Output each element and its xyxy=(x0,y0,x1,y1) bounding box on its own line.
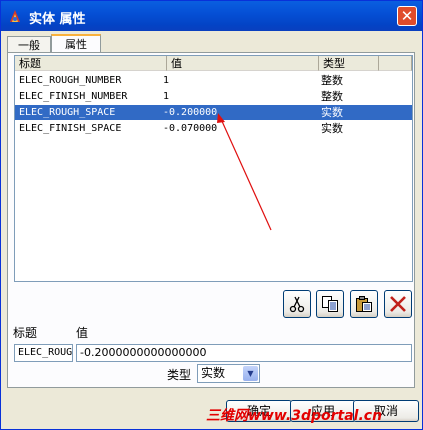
value-label: 值 xyxy=(76,326,89,340)
paste-icon xyxy=(356,296,372,312)
title-field[interactable]: ELEC_ROUGH_SPACE xyxy=(14,344,73,362)
cut-icon xyxy=(289,296,305,313)
copy-button[interactable] xyxy=(316,290,344,318)
title-label: 标题 xyxy=(13,326,38,340)
cut-button[interactable] xyxy=(283,290,311,318)
copy-icon xyxy=(322,296,338,312)
type-select[interactable]: 实数 ▼ xyxy=(197,364,260,383)
paste-button[interactable] xyxy=(350,290,378,318)
watermark: 三维网www.3dportal.cn xyxy=(206,408,383,424)
properties-dialog: 实体 属性 ✕ 一般 属性 标题 值 类型 ELEC_ROUGH_NUMBER … xyxy=(0,0,423,430)
chevron-down-icon[interactable]: ▼ xyxy=(243,366,258,381)
delete-icon xyxy=(390,296,406,312)
type-select-value: 实数 xyxy=(201,366,226,380)
type-label: 类型 xyxy=(167,368,192,382)
delete-button[interactable] xyxy=(384,290,412,318)
value-field[interactable]: -0.2000000000000000 xyxy=(76,344,412,362)
